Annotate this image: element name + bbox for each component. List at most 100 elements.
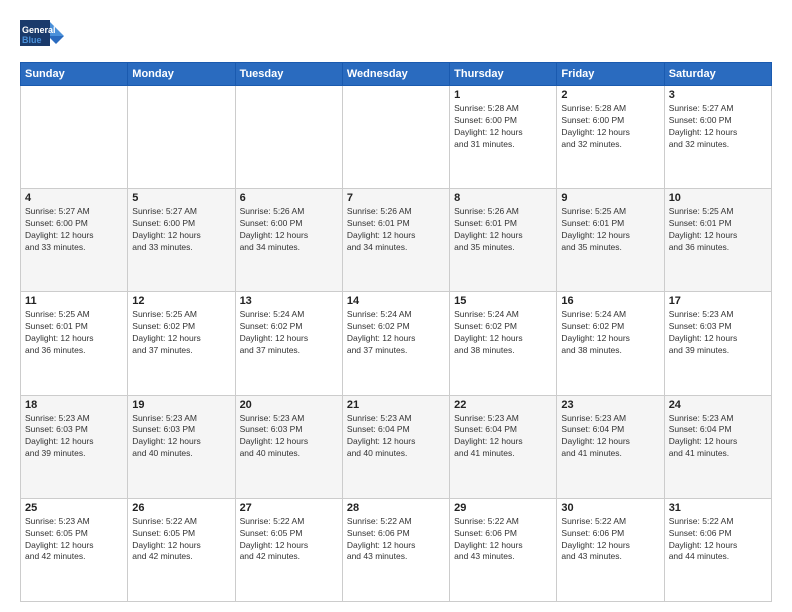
- day-info: Sunrise: 5:23 AM Sunset: 6:04 PM Dayligh…: [669, 413, 767, 461]
- day-info: Sunrise: 5:24 AM Sunset: 6:02 PM Dayligh…: [454, 309, 552, 357]
- calendar-week-1: 4 Sunrise: 5:27 AM Sunset: 6:00 PM Daylig…: [21, 189, 772, 292]
- calendar-header-tuesday: Tuesday: [235, 63, 342, 86]
- day-info: Sunrise: 5:28 AM Sunset: 6:00 PM Dayligh…: [561, 103, 659, 151]
- day-number: 6: [240, 192, 338, 204]
- day-number: 4: [25, 192, 123, 204]
- calendar-cell: 15 Sunrise: 5:24 AM Sunset: 6:02 PM Dayli…: [450, 292, 557, 395]
- svg-text:General: General: [22, 25, 56, 35]
- calendar-cell: 16 Sunrise: 5:24 AM Sunset: 6:02 PM Dayli…: [557, 292, 664, 395]
- day-info: Sunrise: 5:23 AM Sunset: 6:03 PM Dayligh…: [25, 413, 123, 461]
- day-info: Sunrise: 5:24 AM Sunset: 6:02 PM Dayligh…: [561, 309, 659, 357]
- day-info: Sunrise: 5:26 AM Sunset: 6:00 PM Dayligh…: [240, 206, 338, 254]
- calendar-cell: 25Sunrise: 5:23 AM Sunset: 6:05 PM Dayli…: [21, 498, 128, 601]
- day-info: Sunrise: 5:22 AM Sunset: 6:05 PM Dayligh…: [240, 516, 338, 564]
- calendar-cell: 20 Sunrise: 5:23 AM Sunset: 6:03 PM Dayli…: [235, 395, 342, 498]
- day-info: Sunrise: 5:25 AM Sunset: 6:01 PM Dayligh…: [25, 309, 123, 357]
- calendar-cell: 22 Sunrise: 5:23 AM Sunset: 6:04 PM Dayli…: [450, 395, 557, 498]
- day-info: Sunrise: 5:27 AM Sunset: 6:00 PM Dayligh…: [669, 103, 767, 151]
- calendar-cell: 8 Sunrise: 5:26 AM Sunset: 6:01 PM Daylig…: [450, 189, 557, 292]
- day-number: 31: [669, 502, 767, 514]
- day-number: 21: [347, 399, 445, 411]
- calendar-cell: 3 Sunrise: 5:27 AM Sunset: 6:00 PM Daylig…: [664, 86, 771, 189]
- calendar-header-monday: Monday: [128, 63, 235, 86]
- day-number: 18: [25, 399, 123, 411]
- calendar-cell: 4 Sunrise: 5:27 AM Sunset: 6:00 PM Daylig…: [21, 189, 128, 292]
- calendar-cell: [21, 86, 128, 189]
- day-info: Sunrise: 5:25 AM Sunset: 6:01 PM Dayligh…: [669, 206, 767, 254]
- day-info: Sunrise: 5:22 AM Sunset: 6:06 PM Dayligh…: [669, 516, 767, 564]
- calendar-cell: 17 Sunrise: 5:23 AM Sunset: 6:03 PM Dayli…: [664, 292, 771, 395]
- calendar-cell: 10Sunrise: 5:25 AM Sunset: 6:01 PM Dayli…: [664, 189, 771, 292]
- calendar-header-row: SundayMondayTuesdayWednesdayThursdayFrid…: [21, 63, 772, 86]
- calendar-cell: 23Sunrise: 5:23 AM Sunset: 6:04 PM Dayli…: [557, 395, 664, 498]
- calendar-cell: 9 Sunrise: 5:25 AM Sunset: 6:01 PM Daylig…: [557, 189, 664, 292]
- calendar-cell: 19Sunrise: 5:23 AM Sunset: 6:03 PM Dayli…: [128, 395, 235, 498]
- calendar-cell: 2 Sunrise: 5:28 AM Sunset: 6:00 PM Daylig…: [557, 86, 664, 189]
- day-info: Sunrise: 5:23 AM Sunset: 6:04 PM Dayligh…: [454, 413, 552, 461]
- day-info: Sunrise: 5:24 AM Sunset: 6:02 PM Dayligh…: [347, 309, 445, 357]
- day-number: 16: [561, 295, 659, 307]
- calendar-week-3: 18 Sunrise: 5:23 AM Sunset: 6:03 PM Dayli…: [21, 395, 772, 498]
- day-number: 3: [669, 89, 767, 101]
- day-number: 20: [240, 399, 338, 411]
- calendar-cell: 12Sunrise: 5:25 AM Sunset: 6:02 PM Dayli…: [128, 292, 235, 395]
- day-number: 2: [561, 89, 659, 101]
- calendar-cell: 28 Sunrise: 5:22 AM Sunset: 6:06 PM Dayli…: [342, 498, 449, 601]
- calendar-cell: 30Sunrise: 5:22 AM Sunset: 6:06 PM Dayli…: [557, 498, 664, 601]
- day-info: Sunrise: 5:27 AM Sunset: 6:00 PM Dayligh…: [25, 206, 123, 254]
- page: GeneralBlue SundayMondayTuesdayWednesday…: [0, 0, 792, 612]
- calendar-cell: 26Sunrise: 5:22 AM Sunset: 6:05 PM Dayli…: [128, 498, 235, 601]
- header: GeneralBlue: [20, 16, 772, 56]
- calendar-cell: 13 Sunrise: 5:24 AM Sunset: 6:02 PM Dayli…: [235, 292, 342, 395]
- day-info: Sunrise: 5:22 AM Sunset: 6:06 PM Dayligh…: [347, 516, 445, 564]
- day-info: Sunrise: 5:26 AM Sunset: 6:01 PM Dayligh…: [454, 206, 552, 254]
- calendar-header-saturday: Saturday: [664, 63, 771, 86]
- day-number: 11: [25, 295, 123, 307]
- calendar-week-4: 25Sunrise: 5:23 AM Sunset: 6:05 PM Dayli…: [21, 498, 772, 601]
- day-number: 28: [347, 502, 445, 514]
- day-number: 22: [454, 399, 552, 411]
- calendar-week-0: 1 Sunrise: 5:28 AM Sunset: 6:00 PM Daylig…: [21, 86, 772, 189]
- day-number: 9: [561, 192, 659, 204]
- calendar-cell: [235, 86, 342, 189]
- calendar-cell: 18 Sunrise: 5:23 AM Sunset: 6:03 PM Dayli…: [21, 395, 128, 498]
- day-number: 26: [132, 502, 230, 514]
- day-info: Sunrise: 5:25 AM Sunset: 6:01 PM Dayligh…: [561, 206, 659, 254]
- day-info: Sunrise: 5:23 AM Sunset: 6:03 PM Dayligh…: [669, 309, 767, 357]
- day-number: 7: [347, 192, 445, 204]
- calendar-week-2: 11 Sunrise: 5:25 AM Sunset: 6:01 PM Dayli…: [21, 292, 772, 395]
- day-number: 27: [240, 502, 338, 514]
- day-number: 13: [240, 295, 338, 307]
- day-info: Sunrise: 5:23 AM Sunset: 6:04 PM Dayligh…: [347, 413, 445, 461]
- calendar-cell: 24 Sunrise: 5:23 AM Sunset: 6:04 PM Dayli…: [664, 395, 771, 498]
- day-info: Sunrise: 5:24 AM Sunset: 6:02 PM Dayligh…: [240, 309, 338, 357]
- calendar-header-friday: Friday: [557, 63, 664, 86]
- day-number: 15: [454, 295, 552, 307]
- calendar-cell: 1Sunrise: 5:28 AM Sunset: 6:00 PM Daylig…: [450, 86, 557, 189]
- day-info: Sunrise: 5:26 AM Sunset: 6:01 PM Dayligh…: [347, 206, 445, 254]
- calendar-table: SundayMondayTuesdayWednesdayThursdayFrid…: [20, 62, 772, 602]
- calendar-cell: 29Sunrise: 5:22 AM Sunset: 6:06 PM Dayli…: [450, 498, 557, 601]
- calendar-cell: [342, 86, 449, 189]
- svg-text:Blue: Blue: [22, 35, 42, 45]
- calendar-cell: 6 Sunrise: 5:26 AM Sunset: 6:00 PM Daylig…: [235, 189, 342, 292]
- day-number: 29: [454, 502, 552, 514]
- calendar-cell: 27 Sunrise: 5:22 AM Sunset: 6:05 PM Dayli…: [235, 498, 342, 601]
- day-number: 19: [132, 399, 230, 411]
- day-number: 17: [669, 295, 767, 307]
- calendar-header-wednesday: Wednesday: [342, 63, 449, 86]
- calendar-cell: [128, 86, 235, 189]
- calendar-cell: 7 Sunrise: 5:26 AM Sunset: 6:01 PM Daylig…: [342, 189, 449, 292]
- day-number: 8: [454, 192, 552, 204]
- calendar-cell: 21 Sunrise: 5:23 AM Sunset: 6:04 PM Dayli…: [342, 395, 449, 498]
- day-info: Sunrise: 5:25 AM Sunset: 6:02 PM Dayligh…: [132, 309, 230, 357]
- calendar-cell: 11 Sunrise: 5:25 AM Sunset: 6:01 PM Dayli…: [21, 292, 128, 395]
- logo-svg: GeneralBlue: [20, 16, 70, 56]
- day-number: 24: [669, 399, 767, 411]
- day-number: 1: [454, 89, 552, 101]
- day-info: Sunrise: 5:23 AM Sunset: 6:05 PM Dayligh…: [25, 516, 123, 564]
- day-info: Sunrise: 5:23 AM Sunset: 6:03 PM Dayligh…: [240, 413, 338, 461]
- day-info: Sunrise: 5:23 AM Sunset: 6:04 PM Dayligh…: [561, 413, 659, 461]
- day-number: 14: [347, 295, 445, 307]
- day-info: Sunrise: 5:27 AM Sunset: 6:00 PM Dayligh…: [132, 206, 230, 254]
